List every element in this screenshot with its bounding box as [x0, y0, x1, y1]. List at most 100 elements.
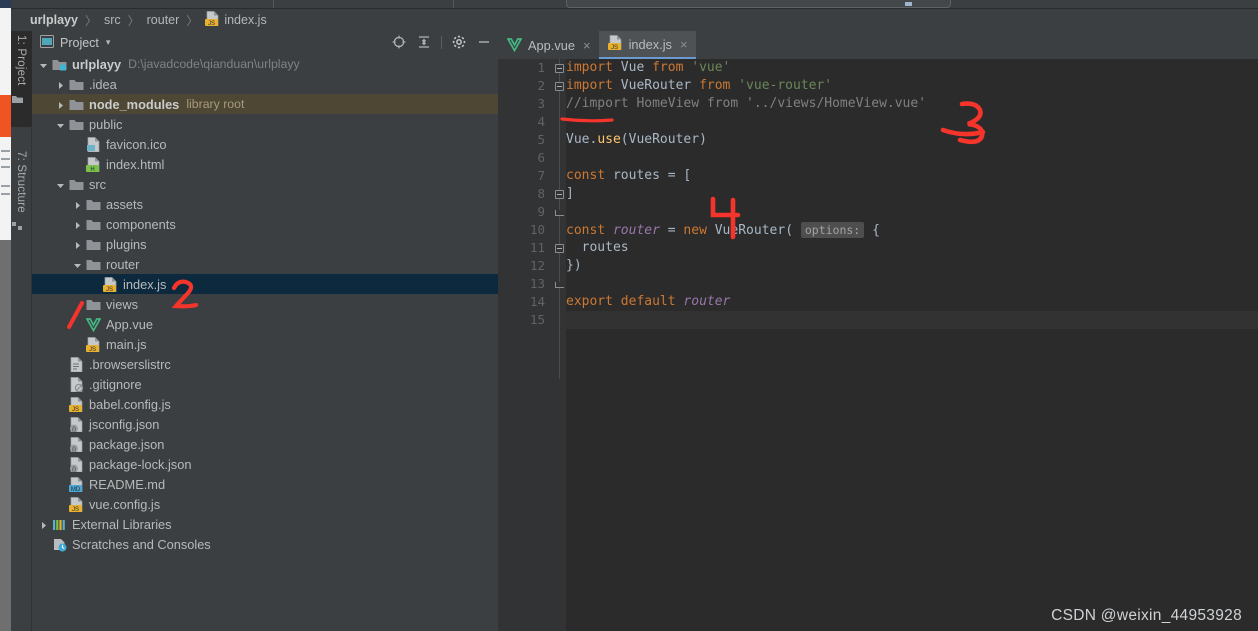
- tree-row-sublabel: D:\javadcode\qianduan\urlplayy: [128, 57, 300, 71]
- background-line-1: [1, 150, 10, 152]
- gitignore-file-icon: [69, 376, 84, 392]
- tree-row[interactable]: public: [32, 114, 498, 134]
- js-file-icon: JS: [205, 11, 220, 29]
- project-icon: [11, 93, 32, 108]
- tree-row[interactable]: urlplayy D:\javadcode\qianduan\urlplayy: [32, 54, 498, 74]
- sidebar-tab-structure[interactable]: 7: Structure: [11, 147, 32, 257]
- breadcrumb-item-router[interactable]: router: [147, 13, 180, 27]
- breadcrumb-label: urlplayy: [30, 13, 78, 27]
- tree-row-label: node_modules: [89, 96, 180, 112]
- tree-row[interactable]: .browserslistrc: [32, 354, 498, 374]
- code-area[interactable]: 1 2 3 4 5 6 7 8 9 10 11 12 13 14 15 import Vue from 'v…: [498, 59, 1258, 631]
- tree-row[interactable]: JS index.js: [32, 274, 498, 294]
- tree-row[interactable]: {} package.json: [32, 434, 498, 454]
- tree-row[interactable]: MD README.md: [32, 474, 498, 494]
- tree-row-label: views: [106, 296, 138, 312]
- tree-row[interactable]: App.vue: [32, 314, 498, 334]
- tree-row-label: jsconfig.json: [89, 416, 160, 432]
- chevron-right-icon[interactable]: [72, 219, 83, 230]
- fold-marker-line-7[interactable]: [554, 189, 565, 200]
- editor-tab-app-vue[interactable]: App.vue ×: [498, 32, 599, 59]
- js-file-icon: JS: [607, 35, 623, 53]
- tree-row-label: src: [89, 176, 107, 192]
- tree-row[interactable]: Hindex.html: [32, 154, 498, 174]
- fold-marker-line-10[interactable]: [554, 243, 565, 254]
- code-folding-gutter[interactable]: [553, 59, 566, 631]
- breadcrumb-item-urlplayy[interactable]: urlplayy: [30, 13, 78, 27]
- chevron-down-icon[interactable]: [72, 259, 83, 270]
- chevron-down-icon[interactable]: [38, 59, 49, 70]
- settings-gear-icon[interactable]: [451, 34, 467, 50]
- background-line-5: [1, 193, 10, 195]
- tree-row[interactable]: .gitignore: [32, 374, 498, 394]
- code-line-10: const router = new VueRouter( options: {: [566, 222, 880, 238]
- module-folder-icon: [52, 57, 67, 72]
- tree-row-label: .idea: [89, 76, 117, 92]
- tree-row-label: plugins: [106, 236, 147, 252]
- tree-row[interactable]: assets: [32, 194, 498, 214]
- breadcrumb-item-index-js[interactable]: JS index.js: [205, 11, 267, 29]
- tree-row[interactable]: JS babel.config.js: [32, 394, 498, 414]
- tree-row-label: .gitignore: [89, 376, 142, 392]
- line-number: 7: [537, 168, 545, 183]
- tree-row[interactable]: components: [32, 214, 498, 234]
- tree-row-label: package-lock.json: [89, 456, 192, 472]
- tree-row-label: Scratches and Consoles: [72, 536, 211, 552]
- chevron-right-icon[interactable]: [55, 79, 66, 90]
- line-number: 12: [529, 258, 545, 273]
- tree-row[interactable]: External Libraries: [32, 514, 498, 534]
- tree-row-label: components: [106, 216, 176, 232]
- chevron-right-icon[interactable]: [72, 199, 83, 210]
- close-icon[interactable]: ×: [583, 38, 591, 53]
- folder-icon: [69, 97, 84, 112]
- fold-end-line-12[interactable]: [554, 279, 565, 290]
- editor-tab-index-js[interactable]: JS index.js ×: [598, 31, 696, 59]
- hide-panel-icon[interactable]: [476, 34, 492, 50]
- tree-row[interactable]: favicon.ico: [32, 134, 498, 154]
- code-line-14: export default router: [566, 294, 731, 309]
- sidebar-tab-project-label: 1: Project: [15, 35, 27, 86]
- close-icon[interactable]: ×: [680, 37, 688, 52]
- actions-divider: [441, 35, 442, 49]
- folder-icon: [86, 237, 101, 252]
- background-titlebar: [0, 0, 11, 8]
- select-opened-file-icon[interactable]: [391, 34, 407, 50]
- sidebar-tab-project[interactable]: 1: Project: [11, 31, 32, 127]
- project-tree[interactable]: urlplayy D:\javadcode\qianduan\urlplayy .i…: [32, 54, 498, 631]
- tree-row[interactable]: node_modules library root: [32, 94, 498, 114]
- tree-row[interactable]: src: [32, 174, 498, 194]
- tree-row[interactable]: plugins: [32, 234, 498, 254]
- line-number: 11: [529, 240, 545, 255]
- project-panel-header: Project ▾: [32, 31, 498, 54]
- tree-row[interactable]: .idea: [32, 74, 498, 94]
- chevron-right-icon[interactable]: [38, 519, 49, 530]
- svg-text:{}: {}: [72, 427, 76, 432]
- tree-row[interactable]: {} package-lock.json: [32, 454, 498, 474]
- tree-row[interactable]: Scratches and Consoles: [32, 534, 498, 554]
- chevron-right-icon[interactable]: [72, 239, 83, 250]
- fold-end-line-8[interactable]: [554, 207, 565, 218]
- fold-marker-line-1[interactable]: [554, 63, 565, 74]
- markdown-file-icon: MD: [69, 476, 84, 492]
- background-line-2: [1, 158, 10, 160]
- tree-row-label: urlplayy: [72, 56, 122, 72]
- code-line-5: Vue.use(VueRouter): [566, 132, 707, 147]
- fold-marker-line-2[interactable]: [554, 81, 565, 92]
- collapse-all-icon[interactable]: [416, 34, 432, 50]
- project-panel: Project ▾ urlplayy D:\javadcode\qianduan…: [32, 31, 498, 631]
- line-number: 14: [529, 294, 545, 309]
- tree-row[interactable]: JS vue.config.js: [32, 494, 498, 514]
- tree-row[interactable]: {} jsconfig.json: [32, 414, 498, 434]
- chevron-down-icon[interactable]: [55, 119, 66, 130]
- editor-tab-label: App.vue: [528, 38, 575, 53]
- chevron-down-icon[interactable]: ▾: [106, 37, 111, 48]
- code-text[interactable]: import Vue from 'vue' import VueRouter f…: [566, 59, 1258, 631]
- chevron-down-icon[interactable]: [55, 179, 66, 190]
- chevron-right-icon[interactable]: [55, 99, 66, 110]
- tree-row[interactable]: router: [32, 254, 498, 274]
- breadcrumb-item-src[interactable]: src: [104, 13, 121, 27]
- tree-row[interactable]: views: [32, 294, 498, 314]
- tree-row[interactable]: JS main.js: [32, 334, 498, 354]
- run-configuration-box[interactable]: [566, 0, 951, 8]
- tree-row-label: router: [106, 256, 140, 272]
